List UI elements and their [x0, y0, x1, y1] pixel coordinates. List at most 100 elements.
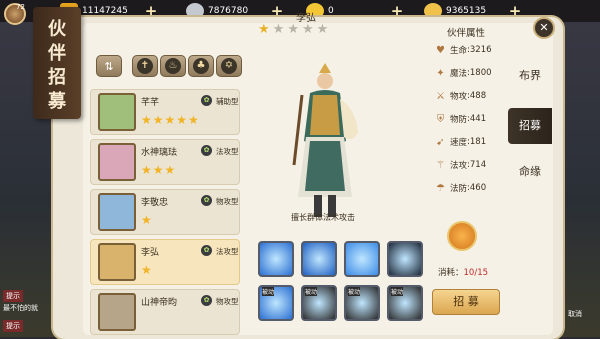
partner-portrait — [98, 93, 136, 131]
partner-type: 辅助型 — [216, 97, 239, 106]
attribute-value: 181 — [469, 137, 487, 147]
sort-icon: ⇅ — [104, 59, 114, 73]
shield-icon: ⛨ — [436, 113, 445, 125]
skill-icon[interactable] — [301, 241, 337, 277]
partner-card[interactable]: 李弘 ✿ 法攻型 ★ — [90, 239, 240, 285]
sort-button[interactable]: ⇅ — [96, 55, 122, 77]
partner-portrait — [98, 243, 136, 281]
attribute-label: 法攻 — [450, 161, 468, 171]
attribute-label: 法防 — [450, 184, 468, 194]
cost-value: 10/15 — [463, 268, 489, 278]
filter-support-button[interactable]: ✡ — [216, 55, 242, 77]
partner-type: 物攻型 — [216, 297, 239, 306]
add-gold-button[interactable]: + — [144, 4, 158, 19]
skill-icon[interactable]: 被动 — [258, 285, 294, 321]
leaf-icon: ♣ — [193, 58, 209, 74]
partner-card[interactable]: 芊芊 ✿ 辅助型 ★★★★★ — [90, 89, 240, 135]
star-emblem-icon: ✡ — [221, 58, 237, 74]
hero-stars: ★★★★★ — [258, 22, 332, 37]
passive-tag: 被动 — [262, 287, 275, 296]
partner-card[interactable]: 李敬忠 ✿ 物攻型 ★ — [90, 189, 240, 235]
filter-magic-button[interactable]: ♨ — [160, 55, 186, 77]
partner-portrait — [98, 193, 136, 231]
filter-all-button[interactable]: ✝ — [132, 55, 158, 77]
element-icon: ✿ — [201, 195, 212, 206]
attribute-row: ⚔ 物攻:488 — [435, 90, 486, 103]
attribute-row: ✦ 魔法:1800 — [435, 67, 492, 80]
partner-name: 芊芊 — [141, 98, 160, 108]
filter-physical-button[interactable]: ♣ — [188, 55, 214, 77]
skill-icon[interactable]: 被动 — [387, 285, 423, 321]
add-silver-button[interactable]: + — [270, 4, 284, 19]
recruit-token-icon — [447, 221, 477, 251]
side-tabs: 布界 招募 命缘 — [508, 58, 560, 208]
skill-icon[interactable] — [258, 241, 294, 277]
passive-tag: 被动 — [348, 287, 361, 296]
partner-name: 李弘 — [141, 248, 160, 258]
attribute-value: 1800 — [469, 68, 492, 78]
tab-recruit[interactable]: 招募 — [508, 108, 552, 144]
partner-stars: ★★★★★ — [141, 113, 200, 127]
partner-type: 法攻型 — [216, 147, 239, 156]
attribute-value: 441 — [469, 114, 487, 124]
partner-stars: ★ — [141, 213, 153, 227]
panel-title: 伙伴招募 — [45, 19, 66, 115]
cloak-icon: ☂ — [436, 182, 445, 194]
attribute-row: ☂ 法防:460 — [435, 182, 486, 195]
attribute-label: 魔法 — [450, 69, 468, 79]
skill-icon[interactable]: 被动 — [301, 285, 337, 321]
recruit-button[interactable]: 招 募 — [432, 289, 500, 315]
gold-coin-value: 11147245 — [82, 6, 128, 16]
partner-card[interactable]: 山神帝昀 ✿ 物攻型 — [90, 289, 240, 335]
cross-icon: ✝ — [137, 58, 153, 74]
flame-icon: ♨ — [165, 58, 181, 74]
passive-tag: 被动 — [305, 287, 318, 296]
sword-icon: ⚔ — [436, 90, 445, 102]
partner-type: 物攻型 — [216, 197, 239, 206]
magic-icon: ✦ — [436, 67, 445, 79]
attribute-label: 生命 — [450, 46, 468, 56]
attribute-label: 速度 — [450, 138, 468, 148]
yuanbao-value: 0 — [328, 6, 334, 16]
partner-name: 山神帝昀 — [141, 298, 178, 308]
close-button[interactable]: ✕ — [533, 17, 555, 39]
recruit-cost: 消耗：10/15 — [438, 266, 488, 278]
hint-tag-2: 提示 — [3, 320, 23, 332]
partner-type: 法攻型 — [216, 247, 239, 256]
hint-tag: 提示 — [3, 290, 23, 302]
partner-card[interactable]: 水神璃珐 ✿ 法攻型 ★★★ — [90, 139, 240, 185]
player-avatar[interactable]: 72 — [4, 3, 26, 25]
partner-portrait — [98, 293, 136, 331]
attribute-row: ♥ 生命:3216 — [435, 44, 492, 57]
hero-figure — [292, 63, 358, 217]
close-icon: ✕ — [539, 21, 549, 34]
add-ingot-button[interactable]: + — [508, 4, 522, 19]
hint-text: 最不怕的就 — [3, 304, 38, 312]
partner-stars: ★ — [141, 263, 153, 277]
tab-layout[interactable]: 布界 — [508, 58, 552, 94]
cancel-side-button[interactable]: 取消 — [568, 309, 582, 319]
element-icon: ✿ — [201, 145, 212, 156]
skill-icon[interactable] — [344, 241, 380, 277]
partner-portrait — [98, 143, 136, 181]
attribute-row: ⛨ 物防:441 — [435, 113, 487, 126]
gold-ingot-value: 9365135 — [446, 6, 487, 16]
partner-name: 李敬忠 — [141, 198, 169, 208]
tab-destiny[interactable]: 命缘 — [508, 154, 552, 190]
partner-name: 水神璃珐 — [141, 148, 178, 158]
attribute-label: 物攻 — [450, 92, 468, 102]
attribute-row: ➹ 速度:181 — [435, 136, 487, 149]
skill-icon[interactable] — [387, 241, 423, 277]
skill-icon[interactable]: 被动 — [344, 285, 380, 321]
passive-tag: 被动 — [391, 287, 404, 296]
add-yuanbao-button[interactable]: + — [390, 4, 404, 19]
element-icon: ✿ — [201, 245, 212, 256]
attribute-row: ⚚ 法攻:714 — [435, 159, 487, 172]
heart-icon: ♥ — [436, 44, 445, 56]
partner-stars: ★★★ — [141, 163, 177, 177]
attribute-value: 714 — [469, 160, 487, 170]
staff-icon: ⚚ — [436, 159, 445, 171]
silver-value: 7876780 — [208, 6, 249, 16]
element-icon: ✿ — [201, 295, 212, 306]
boot-icon: ➹ — [436, 136, 445, 148]
